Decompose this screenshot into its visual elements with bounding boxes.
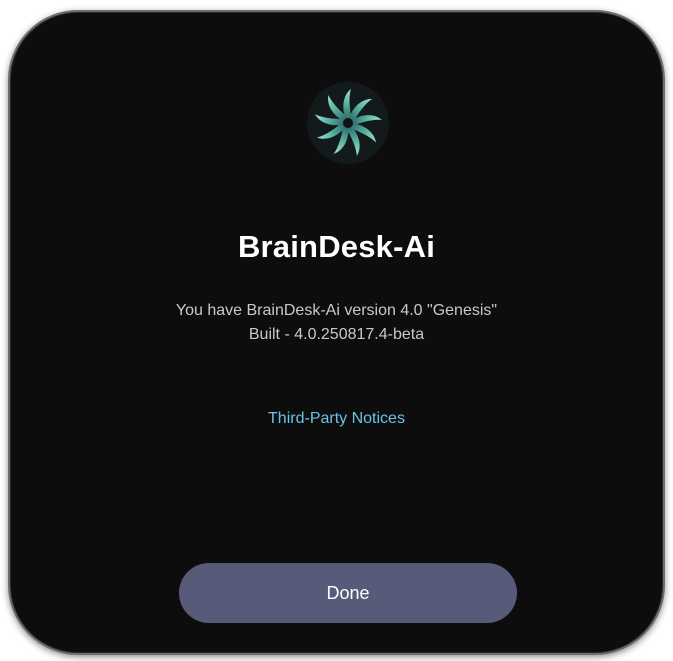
done-button[interactable]: Done xyxy=(179,563,517,623)
third-party-notices-container: Third-Party Notices xyxy=(10,410,663,428)
app-title: BrainDesk-Ai xyxy=(237,229,436,264)
version-text: You have BrainDesk-Ai version 4.0 "Genes… xyxy=(175,302,498,319)
app-logo-icon xyxy=(307,82,389,164)
about-dialog-screen: BrainDesk-Ai You have BrainDesk-Ai versi… xyxy=(0,0,673,661)
build-text: Built - 4.0.250817.4-beta xyxy=(248,326,425,343)
about-dialog: BrainDesk-Ai You have BrainDesk-Ai versi… xyxy=(8,10,665,655)
third-party-notices-link[interactable]: Third-Party Notices xyxy=(268,410,405,427)
